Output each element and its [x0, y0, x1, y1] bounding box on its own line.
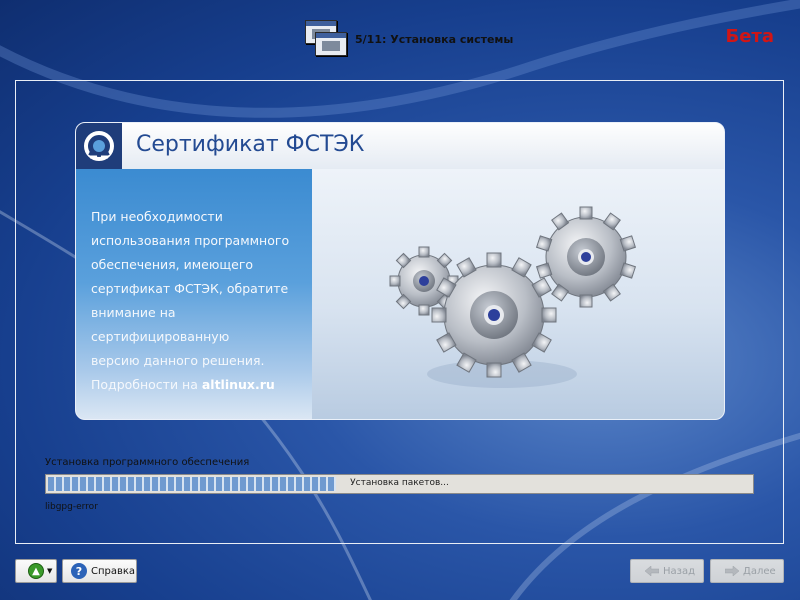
green-arrow-menu-icon: ▲: [28, 563, 44, 579]
card-text-panel: При необходимости использования программ…: [76, 169, 312, 419]
arrow-right-icon: [725, 566, 739, 576]
next-button[interactable]: Далее: [710, 559, 784, 583]
card-text-line: внимание на сертифицированную: [91, 305, 230, 344]
progress-label: Установка программного обеспечения: [45, 457, 250, 468]
card-title: Сертификат ФСТЭК: [136, 132, 365, 157]
card-text-line: обеспечения, имеющего: [91, 257, 254, 272]
help-button-label: Справка: [91, 565, 136, 577]
menu-button[interactable]: ▲ ▼: [15, 559, 57, 583]
card-details-line: Подробности на altlinux.ru: [91, 373, 305, 397]
info-card: Сертификат ФСТЭК При необходимости испол…: [75, 122, 725, 420]
card-header: Сертификат ФСТЭК: [76, 123, 724, 170]
dropdown-icon: ▼: [47, 567, 53, 575]
card-text-line: При необходимости: [91, 209, 223, 224]
gears-illustration: [312, 169, 724, 419]
arrow-left-icon: [645, 566, 659, 576]
progress-status: Установка пакетов...: [350, 478, 449, 488]
back-button[interactable]: Назад: [630, 559, 704, 583]
large-gear: [431, 252, 557, 378]
current-package: libgpg-error: [45, 502, 98, 512]
details-prefix: Подробности на: [91, 377, 202, 392]
card-text: При необходимости использования программ…: [91, 205, 305, 397]
card-text-line: версию данного решения.: [91, 353, 265, 368]
medium-gear: [535, 206, 637, 308]
step-header: 5/11: Установка системы: [305, 18, 513, 60]
next-button-label: Далее: [743, 565, 776, 577]
altlinux-link[interactable]: altlinux.ru: [202, 377, 275, 392]
card-text-line: сертификат ФСТЭК, обратите: [91, 281, 289, 296]
installer-window-icon: [305, 18, 349, 60]
card-text-line: использования программного: [91, 233, 290, 248]
beta-label: Бета: [725, 26, 774, 47]
altlinux-logo-icon: [76, 123, 122, 169]
help-button[interactable]: ? Справка: [62, 559, 137, 583]
back-button-label: Назад: [663, 565, 696, 577]
help-question-icon: ?: [71, 563, 87, 579]
step-title: 5/11: Установка системы: [355, 32, 514, 46]
progress-bar: Установка пакетов...: [45, 474, 754, 494]
